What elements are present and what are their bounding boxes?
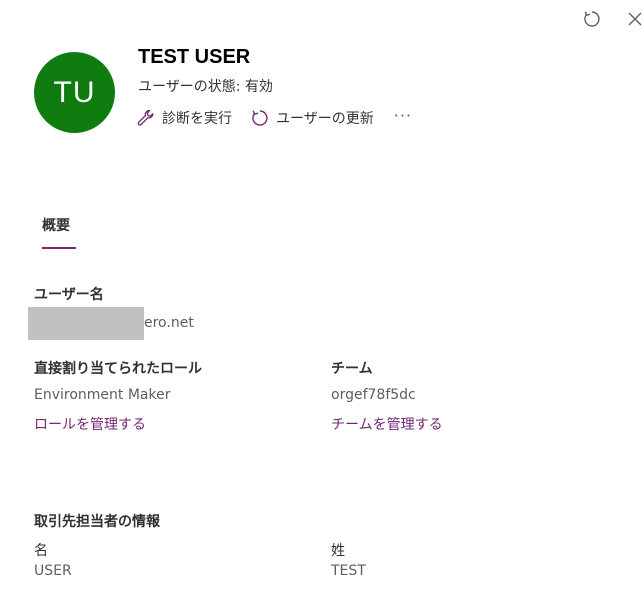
roles-value: Environment Maker [34,387,171,403]
run-diagnostics-label: 診断を実行 [162,111,232,127]
run-diagnostics-button[interactable]: 診断を実行 [136,108,232,128]
redaction-block [28,307,144,340]
action-bar: 診断を実行 ユーザーの更新 ··· [136,106,412,129]
tab-overview[interactable]: 概要 [42,215,70,235]
user-detail-panel: TU TEST USER ユーザーの状態: 有効 診断を実行 ユーザーの更新 ·… [0,0,644,597]
user-name: TEST USER [138,46,251,68]
manage-roles-link[interactable]: ロールを管理する [34,414,146,434]
refresh-icon[interactable] [581,8,603,30]
team-label: チーム [331,361,373,377]
tab-active-indicator [42,247,76,249]
team-value: orgef78f5dc [331,387,416,403]
update-user-button[interactable]: ユーザーの更新 [250,108,374,128]
avatar-initials: TU [53,75,96,109]
wrench-icon [136,108,156,128]
update-user-label: ユーザーの更新 [276,111,374,127]
last-name-value: TEST [331,563,366,579]
manage-teams-link[interactable]: チームを管理する [331,414,443,434]
username-label: ユーザー名 [34,287,104,303]
contact-info-label: 取引先担当者の情報 [34,514,160,530]
username-value: ero.net [144,315,194,331]
close-icon[interactable] [624,8,644,30]
avatar: TU [34,52,115,133]
refresh-icon [250,108,270,128]
first-name-label: 名 [34,543,48,559]
first-name-value: USER [34,563,72,579]
last-name-label: 姓 [331,543,345,559]
user-status: ユーザーの状態: 有効 [138,79,273,95]
more-options-button[interactable]: ··· [394,106,412,125]
roles-label: 直接割り当てられたロール [34,361,202,377]
